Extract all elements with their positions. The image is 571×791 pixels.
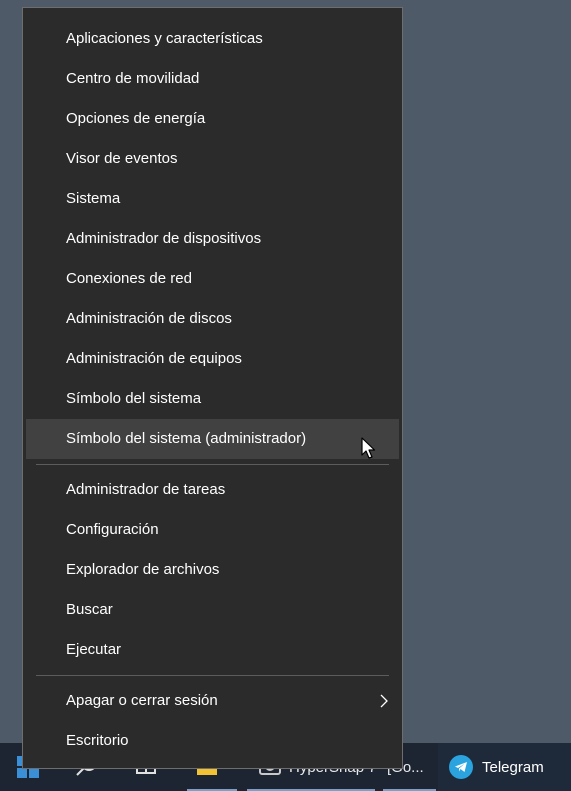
menu-item-label: Centro de movilidad — [66, 70, 200, 87]
menu-item-mobility-center[interactable]: Centro de movilidad — [26, 59, 399, 99]
menu-item-label: Conexiones de red — [66, 270, 192, 287]
menu-item-label: Configuración — [66, 521, 159, 538]
menu-item-label: Escritorio — [66, 732, 129, 749]
menu-item-label: Administrador de tareas — [66, 481, 226, 498]
menu-item-power-options[interactable]: Opciones de energía — [26, 99, 399, 139]
telegram-label: Telegram — [482, 758, 544, 776]
menu-item-apps-features[interactable]: Aplicaciones y características — [26, 19, 399, 59]
menu-item-settings[interactable]: Configuración — [26, 510, 399, 550]
menu-item-command-prompt[interactable]: Símbolo del sistema — [26, 379, 399, 419]
menu-item-shutdown-signout[interactable]: Apagar o cerrar sesión — [26, 681, 399, 721]
telegram-icon — [449, 755, 473, 779]
menu-item-label: Ejecutar — [66, 641, 122, 658]
menu-item-label: Buscar — [66, 601, 113, 618]
menu-item-label: Explorador de archivos — [66, 561, 220, 578]
menu-item-label: Administrador de dispositivos — [66, 230, 262, 247]
menu-item-label: Administración de discos — [66, 310, 232, 327]
menu-item-search[interactable]: Buscar — [26, 590, 399, 630]
menu-item-label: Administración de equipos — [66, 350, 242, 367]
menu-item-label: Símbolo del sistema (administrador) — [66, 430, 307, 447]
menu-item-run[interactable]: Ejecutar — [26, 630, 399, 670]
menu-item-label: Sistema — [66, 190, 121, 207]
menu-separator — [36, 675, 389, 676]
menu-item-label: Aplicaciones y características — [66, 30, 263, 47]
menu-item-label: Símbolo del sistema — [66, 390, 202, 407]
chevron-right-icon — [380, 694, 388, 708]
menu-item-file-explorer[interactable]: Explorador de archivos — [26, 550, 399, 590]
menu-separator — [36, 464, 389, 465]
menu-item-label: Visor de eventos — [66, 150, 178, 167]
taskbar-item-telegram[interactable]: Telegram — [438, 743, 571, 791]
mouse-cursor-icon — [361, 437, 376, 459]
menu-item-network-connections[interactable]: Conexiones de red — [26, 259, 399, 299]
menu-item-desktop[interactable]: Escritorio — [26, 721, 399, 761]
menu-item-disk-management[interactable]: Administración de discos — [26, 299, 399, 339]
menu-item-computer-management[interactable]: Administración de equipos — [26, 339, 399, 379]
menu-item-event-viewer[interactable]: Visor de eventos — [26, 139, 399, 179]
menu-item-task-manager[interactable]: Administrador de tareas — [26, 470, 399, 510]
winx-context-menu: Aplicaciones y características Centro de… — [22, 7, 403, 769]
menu-item-label: Opciones de energía — [66, 110, 206, 127]
menu-item-label: Apagar o cerrar sesión — [66, 692, 218, 709]
menu-item-device-manager[interactable]: Administrador de dispositivos — [26, 219, 399, 259]
menu-item-system[interactable]: Sistema — [26, 179, 399, 219]
menu-item-command-prompt-admin[interactable]: Símbolo del sistema (administrador) — [26, 419, 399, 459]
